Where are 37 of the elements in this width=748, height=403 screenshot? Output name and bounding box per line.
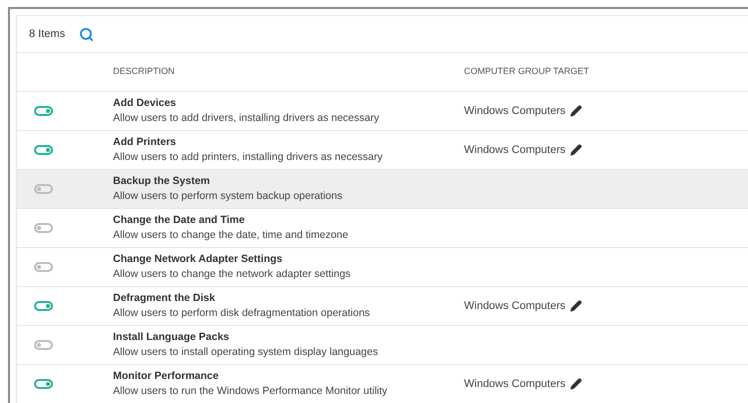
permission-title: Install Language Packs: [113, 330, 230, 345]
edit-icon[interactable]: [570, 144, 582, 156]
permission-title: Monitor Performance: [113, 369, 220, 384]
group-target: Windows Computers: [464, 104, 566, 119]
edit-icon[interactable]: [570, 378, 582, 390]
permission-description: Allow users to change the network adapter settings: [113, 267, 352, 282]
permission-title: Change Network Adapter Settings: [113, 252, 284, 267]
permission-description: Allow users to install operating system display languages: [113, 345, 379, 360]
toggle-switch[interactable]: [34, 106, 53, 116]
group-target: Windows Computers: [464, 142, 566, 158]
permission-title: Defragment the Disk: [113, 291, 216, 306]
permission-description: Allow users to perform disk defragmentation operations: [113, 306, 371, 321]
permission-description: Allow users to add drivers, installing drivers as necessary: [113, 111, 380, 126]
toggle-switch[interactable]: [34, 223, 53, 233]
edit-icon[interactable]: [570, 105, 582, 117]
permission-title: Add Devices: [113, 96, 178, 111]
toggle-switch[interactable]: [34, 145, 53, 155]
column-header: COMPUTER GROUP TARGET: [464, 65, 590, 78]
item-count: 8 Items: [29, 26, 66, 42]
permission-description: Allow users to add printers, installing drivers as necessary: [113, 150, 384, 165]
toggle-switch[interactable]: [34, 301, 53, 311]
toggle-switch[interactable]: [34, 184, 53, 194]
toggle-switch[interactable]: [34, 379, 53, 389]
permission-description: Allow users to run the Windows Performance Monitor utility: [113, 384, 388, 399]
search-icon[interactable]: [79, 26, 94, 42]
permission-title: Add Printers: [113, 135, 178, 150]
permission-description: Allow users to change the date, time and timezone: [113, 228, 350, 243]
toggle-switch[interactable]: [34, 340, 53, 350]
table-row[interactable]: Backup the System Allow users to perform system backup operations: [17, 170, 748, 209]
group-target: Windows Computers: [464, 298, 566, 314]
edit-icon[interactable]: [570, 300, 582, 312]
permission-title: Change the Date and Time: [113, 213, 246, 228]
toggle-switch[interactable]: [34, 262, 53, 272]
permission-title: Backup the System: [113, 174, 211, 189]
permission-description: Allow users to perform system backup operations: [113, 189, 344, 204]
column-header: DESCRIPTION: [113, 65, 176, 78]
group-target: Windows Computers: [464, 376, 566, 392]
